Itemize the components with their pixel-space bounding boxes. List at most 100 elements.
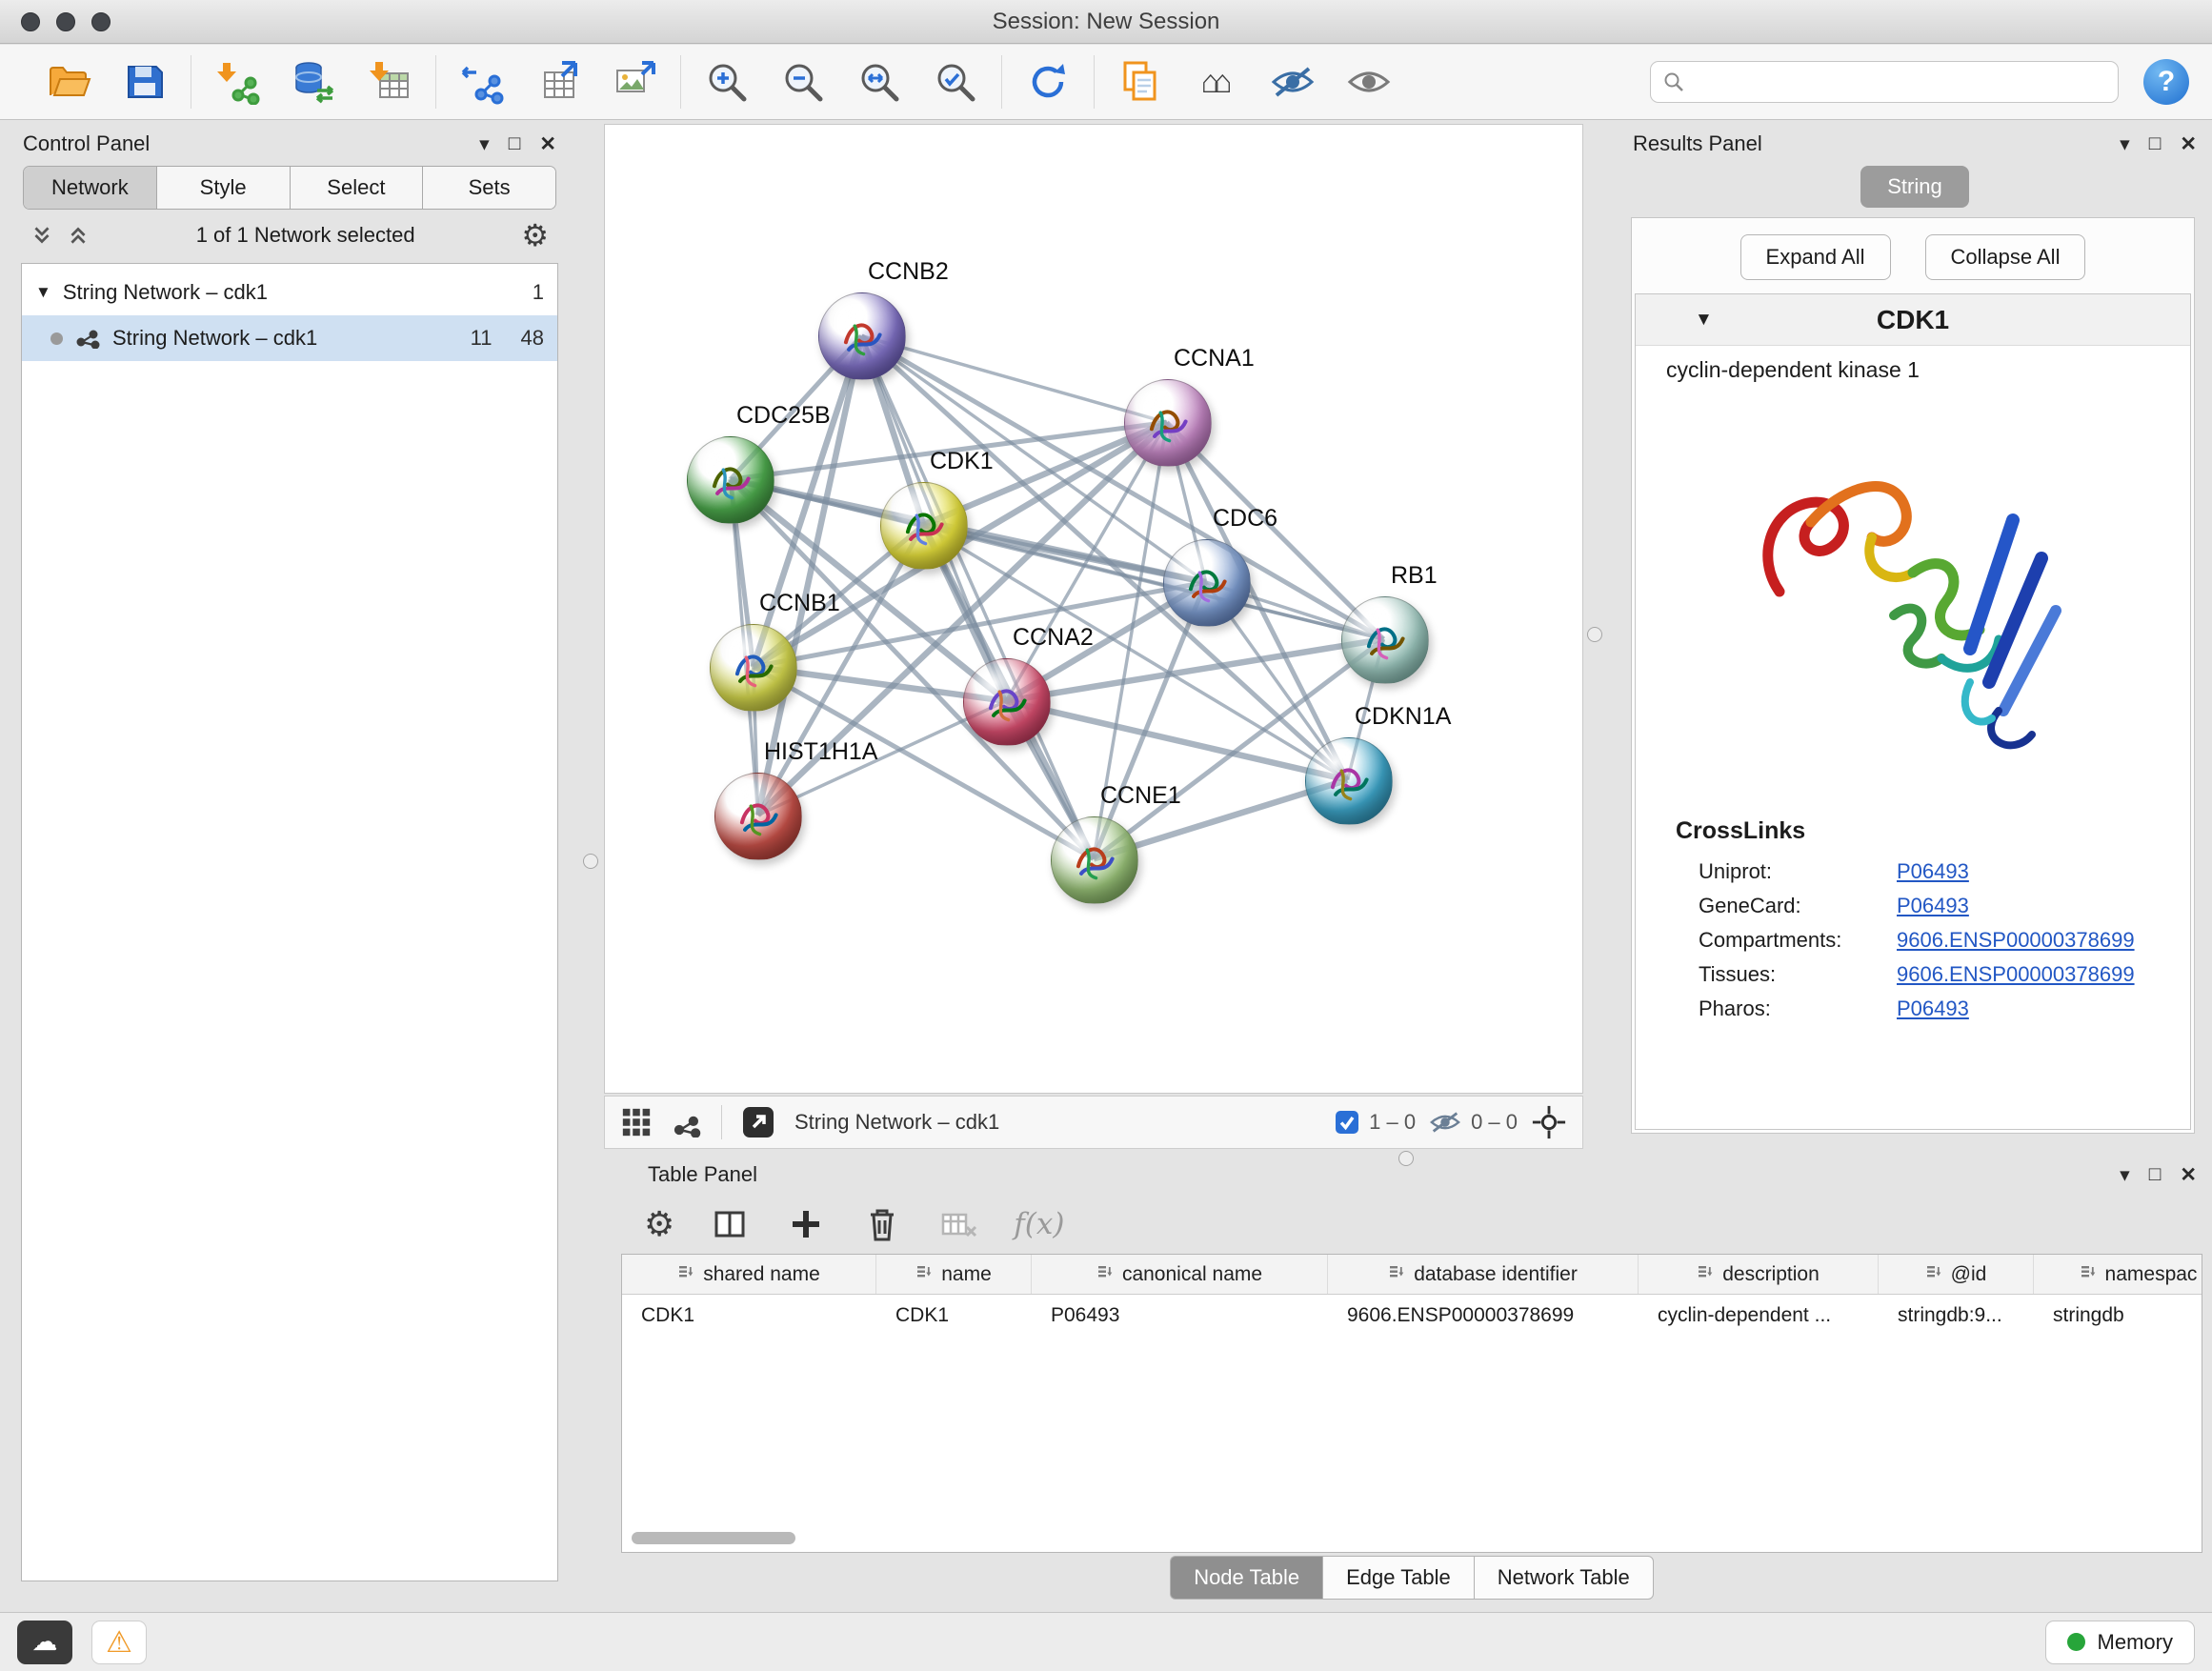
network-node-cdk1[interactable] [880, 482, 968, 570]
help-button[interactable]: ? [2143, 59, 2189, 105]
panel-close-icon[interactable]: ✕ [539, 132, 556, 156]
splitter-handle-right[interactable] [1587, 627, 1602, 642]
tab-edge-table[interactable]: Edge Table [1322, 1556, 1474, 1600]
tab-select[interactable]: Select [291, 167, 424, 209]
panel-float-icon[interactable]: □ [2149, 1163, 2162, 1186]
hide-details-button[interactable] [1266, 55, 1319, 109]
panel-menu-icon[interactable]: ▾ [479, 132, 490, 156]
add-column-icon[interactable] [785, 1203, 827, 1245]
refresh-button[interactable] [1021, 55, 1075, 109]
crosslink-link[interactable]: P06493 [1897, 859, 1969, 884]
crosslink-link[interactable]: 9606.ENSP00000378699 [1897, 928, 2135, 953]
tab-sets[interactable]: Sets [423, 167, 555, 209]
network-node-ccna1[interactable] [1124, 379, 1212, 467]
column-header--id[interactable]: @id [1879, 1255, 2034, 1294]
open-session-button[interactable] [42, 55, 95, 109]
column-header-namespac[interactable]: namespac [2034, 1255, 2202, 1294]
column-header-canonical-name[interactable]: canonical name [1032, 1255, 1328, 1294]
table-cell[interactable]: cyclin-dependent ... [1639, 1295, 1879, 1337]
panel-close-icon[interactable]: ✕ [2180, 132, 2197, 156]
column-header-shared-name[interactable]: shared name [622, 1255, 876, 1294]
function-builder-icon[interactable]: f(x) [1014, 1207, 1064, 1241]
network-row-selected[interactable]: String Network – cdk1 11 48 [22, 315, 557, 361]
maximize-window-button[interactable] [91, 12, 111, 31]
minimize-window-button[interactable] [56, 12, 75, 31]
close-window-button[interactable] [21, 12, 40, 31]
new-network-from-selection-button[interactable] [455, 55, 509, 109]
zoom-selected-button[interactable] [929, 55, 982, 109]
export-image-button[interactable] [608, 55, 661, 109]
crosslink-link[interactable]: 9606.ENSP00000378699 [1897, 962, 2135, 987]
network-node-rb1[interactable] [1341, 596, 1429, 684]
column-header-description[interactable]: description [1639, 1255, 1879, 1294]
show-hide-panels-button[interactable]: ⌂⌂ [1190, 55, 1243, 109]
panel-float-icon[interactable]: □ [2149, 132, 2162, 155]
network-node-ccnb2[interactable] [818, 292, 906, 380]
hidden-eye-slash-icon[interactable] [1429, 1110, 1461, 1135]
save-session-button[interactable] [118, 55, 171, 109]
tab-node-table[interactable]: Node Table [1170, 1556, 1322, 1600]
search-input[interactable] [1695, 71, 2106, 93]
network-node-hist1h1a[interactable] [714, 773, 802, 860]
expand-all-button[interactable]: Expand All [1740, 234, 1891, 280]
column-header-name[interactable]: name [876, 1255, 1032, 1294]
crosslink-link[interactable]: P06493 [1897, 997, 1969, 1021]
network-view-canvas[interactable]: CCNB2CCNA1CDC25BCDK1CDC6RB1CCNB1CCNA2CDK… [604, 124, 1583, 1094]
network-edge[interactable] [1006, 701, 1347, 780]
network-edge[interactable] [861, 336, 1094, 859]
cloud-button[interactable]: ☁ [17, 1621, 72, 1664]
tree-expand-caret-icon[interactable]: ▼ [35, 283, 51, 302]
show-details-button[interactable] [1342, 55, 1396, 109]
table-row[interactable]: CDK1CDK1P064939606.ENSP00000378699cyclin… [622, 1295, 2202, 1337]
expand-all-icon[interactable] [67, 224, 90, 247]
pan-crosshair-icon[interactable] [1531, 1104, 1567, 1140]
table-cell[interactable]: stringdb [2034, 1295, 2202, 1337]
gene-card-caret-icon[interactable]: ▼ [1695, 310, 1713, 331]
crosslink-link[interactable]: P06493 [1897, 894, 1969, 918]
panel-menu-icon[interactable]: ▾ [2120, 132, 2130, 156]
import-network-from-file-button[interactable] [211, 55, 264, 109]
table-panel-header: Table Panel ▾ □ ✕ [617, 1155, 2206, 1195]
column-header-database-identifier[interactable]: database identifier [1328, 1255, 1639, 1294]
network-node-cdc25b[interactable] [687, 436, 774, 524]
open-in-window-icon[interactable] [741, 1105, 775, 1139]
network-node-ccnb1[interactable] [710, 624, 797, 712]
tab-network[interactable]: Network [24, 167, 157, 209]
network-node-cdkn1a[interactable] [1305, 737, 1393, 825]
show-columns-icon[interactable] [709, 1203, 751, 1245]
table-cell[interactable]: P06493 [1032, 1295, 1328, 1337]
copy-document-button[interactable] [1114, 55, 1167, 109]
table-cell[interactable]: stringdb:9... [1879, 1295, 2034, 1337]
horizontal-scrollbar[interactable] [632, 1532, 795, 1544]
network-collection-row[interactable]: ▼ String Network – cdk1 1 [22, 270, 557, 315]
export-table-button[interactable] [532, 55, 585, 109]
network-node-ccna2[interactable] [963, 658, 1051, 746]
import-table-from-file-button[interactable] [363, 55, 416, 109]
results-tab-string[interactable]: String [1860, 166, 1968, 208]
network-options-gear-icon[interactable]: ⚙ [521, 217, 549, 253]
table-cell[interactable]: CDK1 [622, 1295, 876, 1337]
zoom-in-button[interactable] [700, 55, 754, 109]
panel-close-icon[interactable]: ✕ [2180, 1163, 2197, 1187]
collapse-all-icon[interactable] [30, 224, 53, 247]
panel-float-icon[interactable]: □ [509, 132, 521, 155]
birds-eye-grid-icon[interactable] [620, 1106, 653, 1138]
network-share-icon[interactable] [672, 1107, 702, 1137]
memory-button[interactable]: Memory [2045, 1621, 2195, 1664]
splitter-handle-left[interactable] [583, 854, 598, 869]
table-settings-gear-icon[interactable]: ⚙ [644, 1204, 674, 1244]
table-cell[interactable]: CDK1 [876, 1295, 1032, 1337]
zoom-fit-button[interactable] [853, 55, 906, 109]
panel-menu-icon[interactable]: ▾ [2120, 1163, 2130, 1187]
tab-style[interactable]: Style [157, 167, 291, 209]
zoom-out-button[interactable] [776, 55, 830, 109]
collapse-all-button[interactable]: Collapse All [1925, 234, 2086, 280]
tab-network-table[interactable]: Network Table [1474, 1556, 1654, 1600]
warnings-button[interactable]: ⚠ [91, 1621, 147, 1664]
network-node-cdc6[interactable] [1163, 539, 1251, 627]
network-node-ccne1[interactable] [1051, 816, 1138, 904]
delete-column-icon[interactable] [861, 1203, 903, 1245]
selected-checkbox-icon[interactable] [1335, 1110, 1359, 1135]
import-network-from-database-button[interactable] [287, 55, 340, 109]
table-cell[interactable]: 9606.ENSP00000378699 [1328, 1295, 1639, 1337]
